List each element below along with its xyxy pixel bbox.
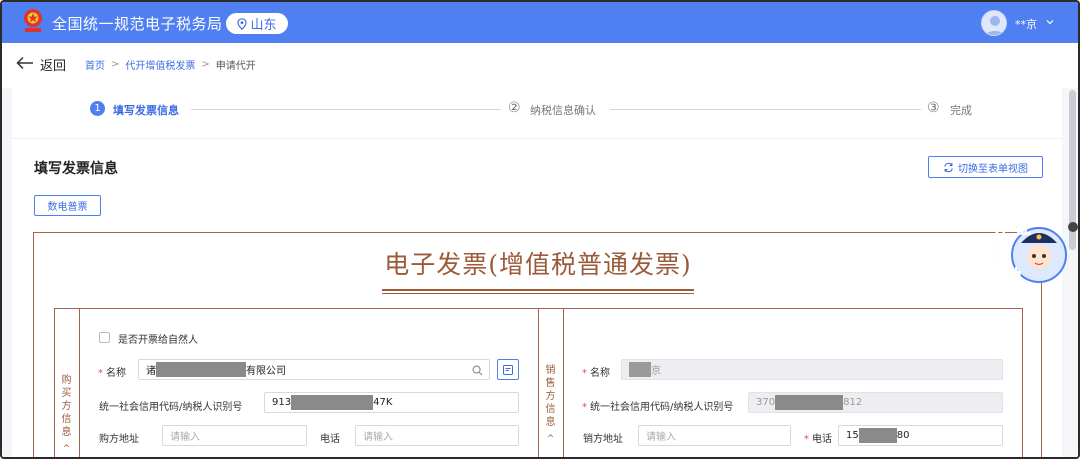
seller-address-input[interactable]: 请输入 — [638, 425, 791, 446]
interaction-mascot-icon[interactable]: 纳 征 互 动 — [985, 215, 1069, 291]
location-pin-icon — [237, 17, 248, 30]
seller-name-label: * 名称 — [582, 368, 610, 379]
buyer-phone-label: 电话 — [320, 434, 340, 445]
breadcrumb-separator: > — [111, 59, 120, 70]
redaction-mask — [156, 362, 246, 377]
redaction-mask — [775, 395, 844, 410]
redaction-mask — [858, 428, 897, 443]
document-list-icon — [503, 364, 513, 375]
step-1-label: 填写发票信息 — [113, 104, 179, 117]
step-connector — [610, 109, 921, 110]
breadcrumb-current: 申请代开 — [215, 61, 256, 72]
switch-to-form-view-button[interactable]: 切换至表单视图 — [928, 156, 1043, 178]
step-1-number: 1 — [90, 101, 105, 116]
app-window: 全国统一规范电子税务局 山东 **京 返回 首页 > 代开增值税发票 > 申请代… — [0, 0, 1080, 459]
buyer-address-input[interactable]: 请输入 — [162, 425, 307, 446]
buyer-section-toggle[interactable]: 购买方信息 ^ — [54, 308, 80, 457]
buyer-lookup-button[interactable] — [497, 359, 519, 380]
side-panel-toggle[interactable] — [1068, 222, 1078, 232]
collapse-chevron-icon: ^ — [62, 444, 71, 454]
step-connector — [191, 109, 501, 110]
seller-tax-id-input: 370 812 — [748, 392, 1003, 413]
chevron-down-icon[interactable] — [1045, 17, 1055, 27]
buyer-name-input[interactable]: 诸有限公司 — [138, 359, 490, 380]
invoice-type-button[interactable]: 数电普票 — [34, 195, 101, 216]
back-arrow-icon[interactable] — [16, 56, 34, 70]
section-title: 填写发票信息 — [34, 161, 118, 177]
buyer-phone-input[interactable]: 请输入 — [355, 425, 519, 446]
seller-phone-label: * 电话 — [804, 434, 832, 445]
seller-tax-id-label: * 统一社会信用代码/纳税人识别号 — [582, 402, 734, 413]
breadcrumb-home[interactable]: 首页 — [85, 57, 105, 72]
national-emblem-icon — [24, 9, 42, 32]
back-button[interactable]: 返回 — [40, 55, 66, 74]
buyer-section-label: 购买方信息 — [61, 375, 72, 438]
redaction-mask — [629, 362, 651, 377]
svg-text:动: 动 — [1005, 266, 1021, 285]
site-title: 全国统一规范电子税务局 — [52, 15, 223, 33]
region-label: 山东 — [250, 18, 277, 33]
seller-phone-input[interactable]: 15 80 — [838, 425, 1003, 446]
region-selector[interactable]: 山东 — [226, 13, 288, 34]
buyer-name-label: * 名称 — [98, 368, 126, 379]
step-3-number: ③ — [927, 100, 940, 116]
title-underline — [382, 289, 694, 291]
switch-view-label: 切换至表单视图 — [958, 163, 1028, 175]
seller-address-label: 销方地址 — [583, 434, 623, 445]
user-name[interactable]: **京 — [1015, 16, 1037, 32]
refresh-swap-icon — [944, 162, 953, 172]
step-3-label: 完成 — [950, 104, 972, 117]
collapse-chevron-icon: ^ — [546, 434, 555, 444]
natural-person-label: 是否开票给自然人 — [118, 335, 198, 346]
svg-text:纳: 纳 — [993, 230, 1009, 249]
breadcrumb-vat-invoice[interactable]: 代开增值税发票 — [125, 57, 195, 72]
invoice-title: 电子发票(增值税普通发票) — [384, 250, 692, 279]
buyer-address-label: 购方地址 — [99, 434, 139, 445]
title-underline — [382, 293, 694, 294]
buyer-tax-id-label: 统一社会信用代码/纳税人识别号 — [99, 402, 243, 413]
user-avatar[interactable] — [981, 10, 1007, 36]
breadcrumb-separator: > — [201, 59, 210, 70]
seller-section-toggle[interactable]: 销售方信息 ^ — [538, 308, 564, 457]
buyer-tax-id-input[interactable]: 913 47K — [264, 392, 519, 413]
search-icon[interactable] — [472, 365, 483, 376]
svg-text:征: 征 — [1015, 218, 1031, 237]
seller-name-input: 京 — [621, 359, 1003, 380]
natural-person-checkbox[interactable] — [99, 332, 110, 343]
breadcrumb: 首页 > 代开增值税发票 > 申请代开 — [85, 57, 256, 72]
step-2-number: ② — [508, 100, 521, 116]
seller-section-label: 销售方信息 — [545, 365, 556, 428]
redaction-mask — [291, 395, 374, 410]
step-2-label: 纳税信息确认 — [530, 104, 596, 117]
